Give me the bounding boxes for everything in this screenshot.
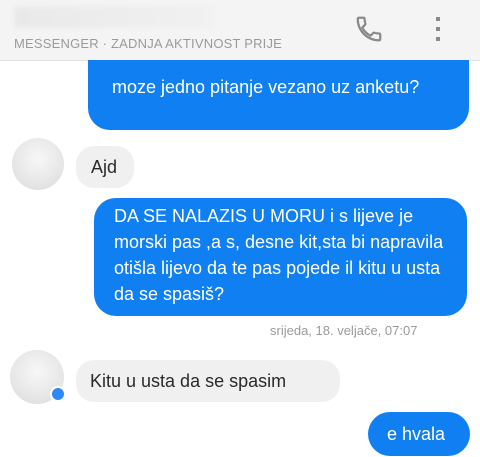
- message-timestamp: srijeda, 18. veljače, 07:07: [270, 323, 418, 338]
- message-bubble-outgoing[interactable]: e hvala: [368, 412, 470, 456]
- conversation-header: MESSENGER · ZADNJA AKTIVNOST PRIJE: [0, 0, 480, 61]
- last-active-status: MESSENGER · ZADNJA AKTIVNOST PRIJE: [14, 36, 283, 51]
- contact-avatar[interactable]: [12, 138, 64, 190]
- messenger-badge-icon: [50, 386, 66, 402]
- message-bubble-incoming[interactable]: Kitu u usta da se spasim: [76, 360, 340, 402]
- message-bubble-outgoing[interactable]: DA SE NALAZIS U MORU i s lijeve je morsk…: [94, 198, 467, 316]
- more-vertical-icon[interactable]: [432, 14, 444, 44]
- contact-name[interactable]: [14, 6, 214, 28]
- message-bubble-outgoing[interactable]: moze jedno pitanje vezano uz anketu?: [88, 60, 469, 130]
- message-bubble-incoming[interactable]: Ajd: [76, 146, 134, 188]
- phone-icon[interactable]: [354, 14, 384, 44]
